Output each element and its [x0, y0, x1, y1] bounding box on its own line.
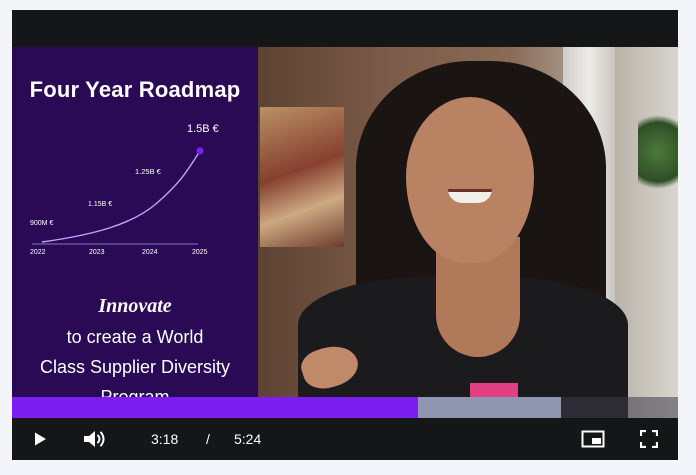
picture-in-picture-button[interactable] [573, 418, 613, 460]
slide-title: Four Year Roadmap [29, 77, 241, 102]
chart-value-label: 1.15B € [88, 201, 112, 208]
picture-in-picture-icon [581, 430, 605, 448]
slide-tagline-italic: Innovate [98, 295, 172, 317]
player-top-bar [12, 10, 678, 47]
play-icon [35, 432, 46, 446]
control-bar: 3:18 / 5:24 [12, 418, 678, 460]
volume-button[interactable] [75, 418, 115, 460]
slide-tagline-line: to create a World [66, 327, 204, 347]
chart-curve [41, 150, 201, 243]
slide-tagline-line: Class Supplier Diversity [39, 357, 231, 377]
video-player[interactable]: Four Year Roadmap 900M € 1.15B € 1.25B €… [12, 10, 678, 460]
current-time: 3:18 [151, 431, 179, 447]
progress-bar[interactable] [12, 397, 678, 418]
volume-icon [84, 431, 105, 447]
speaker-face [406, 97, 534, 263]
progress-played [12, 397, 419, 418]
roadmap-chart: 900M € 1.15B € 1.25B € 1.5B € 2022 2023 … [30, 123, 219, 256]
background-plant [638, 107, 678, 197]
background-painting [260, 107, 344, 247]
chart-value-label: 1.5B € [187, 123, 219, 135]
chart-year-label: 2023 [89, 249, 105, 256]
chart-end-point [196, 147, 204, 155]
video-frame[interactable]: Four Year Roadmap 900M € 1.15B € 1.25B €… [12, 47, 678, 418]
time-separator: / [206, 431, 210, 447]
fullscreen-icon [640, 430, 658, 448]
fullscreen-button[interactable] [629, 418, 669, 460]
chart-year-label: 2022 [30, 249, 46, 256]
chart-value-label: 900M € [30, 220, 53, 227]
chart-value-label: 1.25B € [135, 167, 162, 176]
chart-year-label: 2024 [142, 249, 158, 256]
duration: 5:24 [234, 431, 262, 447]
play-button[interactable] [20, 418, 60, 460]
chart-year-label: 2025 [192, 249, 208, 256]
speaker-scene [258, 47, 678, 418]
roadmap-slide: Four Year Roadmap 900M € 1.15B € 1.25B €… [12, 47, 258, 418]
